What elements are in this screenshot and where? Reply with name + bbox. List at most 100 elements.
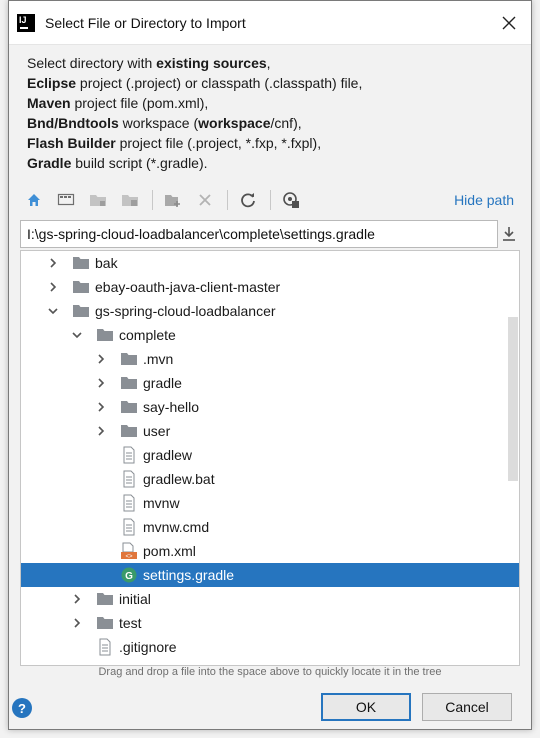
chevron-right-icon[interactable] bbox=[71, 611, 83, 635]
desktop-icon[interactable] bbox=[52, 186, 80, 214]
file-toolbar: Hide path bbox=[20, 186, 514, 214]
tree-row[interactable]: .gitignore bbox=[21, 635, 519, 659]
chevron-right-icon[interactable] bbox=[95, 395, 107, 419]
folder-icon bbox=[71, 302, 91, 320]
description-line: Gradle build script (*.gradle). bbox=[27, 153, 513, 173]
description-line: Eclipse project (.project) or classpath … bbox=[27, 73, 513, 93]
tree-row[interactable]: mvnw bbox=[21, 491, 519, 515]
description-fragment: Flash Builder bbox=[27, 135, 116, 151]
description-fragment: Eclipse bbox=[27, 75, 77, 91]
download-icon[interactable] bbox=[498, 220, 520, 248]
hide-path-link[interactable]: Hide path bbox=[454, 192, 514, 208]
tree-row[interactable]: complete bbox=[21, 323, 519, 347]
help-icon[interactable]: ? bbox=[12, 698, 32, 718]
tree-row[interactable]: user bbox=[21, 419, 519, 443]
tree-row-label: user bbox=[143, 423, 171, 439]
file-icon bbox=[119, 518, 139, 536]
tree-row[interactable]: bak bbox=[21, 251, 519, 275]
tree-row-label: initial bbox=[119, 591, 151, 607]
path-input[interactable] bbox=[20, 220, 498, 248]
chevron-right-icon[interactable] bbox=[71, 587, 83, 611]
module-folder-icon[interactable] bbox=[116, 186, 144, 214]
description-fragment: workspace bbox=[198, 115, 271, 131]
project-folder-icon[interactable] bbox=[84, 186, 112, 214]
description-fragment: existing sources bbox=[156, 55, 267, 71]
drag-drop-hint: Drag and drop a file into the space abov… bbox=[98, 666, 442, 678]
tree-row-label: gradlew.bat bbox=[143, 471, 215, 487]
folder-icon bbox=[71, 254, 91, 272]
home-icon[interactable] bbox=[20, 186, 48, 214]
description-fragment: workspace ( bbox=[118, 115, 199, 131]
description-fragment: project file (pom.xml), bbox=[70, 95, 209, 111]
chevron-right-icon[interactable] bbox=[95, 419, 107, 443]
tree-row[interactable]: say-hello bbox=[21, 395, 519, 419]
tree-row-label: test bbox=[119, 615, 142, 631]
tree-row-label: settings.gradle bbox=[143, 567, 235, 583]
description-fragment: Select directory with bbox=[27, 55, 157, 71]
refresh-icon[interactable] bbox=[234, 186, 262, 214]
svg-text:<>: <> bbox=[125, 554, 133, 560]
tree-row[interactable]: Gsettings.gradle bbox=[21, 563, 519, 587]
ok-button[interactable]: OK bbox=[321, 693, 411, 721]
folder-icon bbox=[119, 422, 139, 440]
tree-row[interactable]: gradlew bbox=[21, 443, 519, 467]
description-fragment: Maven bbox=[27, 95, 71, 111]
toolbar-separator bbox=[227, 190, 228, 210]
tree-row[interactable]: test bbox=[21, 611, 519, 635]
file-icon bbox=[95, 638, 115, 656]
gradle-file-icon: G bbox=[119, 566, 139, 584]
svg-text:G: G bbox=[125, 571, 133, 582]
tree-row[interactable]: gs-spring-cloud-loadbalancer bbox=[21, 299, 519, 323]
xml-file-icon: <> bbox=[119, 542, 139, 560]
chevron-down-icon[interactable] bbox=[47, 299, 59, 323]
delete-icon[interactable] bbox=[191, 186, 219, 214]
file-icon bbox=[119, 446, 139, 464]
path-row bbox=[20, 220, 520, 248]
folder-icon bbox=[119, 350, 139, 368]
tree-row[interactable]: <> pom.xml bbox=[21, 539, 519, 563]
chevron-down-icon[interactable] bbox=[71, 323, 83, 347]
file-tree[interactable]: bak ebay-oauth-java-client-master gs-sprin… bbox=[20, 250, 520, 666]
new-folder-icon[interactable] bbox=[159, 186, 187, 214]
tree-row[interactable]: mvnw.cmd bbox=[21, 515, 519, 539]
dialog-description: Select directory with existing sources, E… bbox=[9, 45, 531, 173]
chevron-right-icon[interactable] bbox=[95, 347, 107, 371]
chevron-right-icon[interactable] bbox=[47, 275, 59, 299]
toolbar-separator bbox=[270, 190, 271, 210]
intellij-logo-icon: IJ bbox=[17, 13, 35, 32]
tree-row-label: bak bbox=[95, 255, 118, 271]
tree-row[interactable]: ebay-oauth-java-client-master bbox=[21, 275, 519, 299]
chevron-right-icon[interactable] bbox=[47, 251, 59, 275]
folder-icon bbox=[119, 374, 139, 392]
chevron-right-icon[interactable] bbox=[95, 371, 107, 395]
close-icon[interactable] bbox=[487, 1, 531, 45]
description-fragment: Bnd/Bndtools bbox=[27, 115, 119, 131]
tree-row-label: mvnw.cmd bbox=[143, 519, 210, 535]
file-icon bbox=[119, 494, 139, 512]
tree-row-label: .gitignore bbox=[119, 639, 177, 655]
description-fragment: , bbox=[266, 55, 271, 71]
tree-row[interactable]: initial bbox=[21, 587, 519, 611]
tree-row[interactable]: gradlew.bat bbox=[21, 467, 519, 491]
folder-icon bbox=[119, 398, 139, 416]
folder-icon bbox=[95, 614, 115, 632]
cancel-button[interactable]: Cancel bbox=[422, 693, 512, 721]
tree-row[interactable]: gradle bbox=[21, 371, 519, 395]
tree-row-label: gs-spring-cloud-loadbalancer bbox=[95, 303, 276, 319]
folder-icon bbox=[95, 590, 115, 608]
show-hidden-icon[interactable] bbox=[277, 186, 305, 214]
tree-row-label: gradle bbox=[143, 375, 182, 391]
description-fragment: build script (*.gradle). bbox=[71, 155, 208, 171]
tree-row-label: gradlew bbox=[143, 447, 193, 463]
description-line: Flash Builder project file (.project, *.… bbox=[27, 133, 513, 153]
description-line: Bnd/Bndtools workspace (workspace/cnf), bbox=[27, 113, 513, 133]
title-bar: IJ Select File or Directory to Import bbox=[9, 1, 531, 45]
tree-row-label: pom.xml bbox=[143, 543, 196, 559]
tree-row[interactable]: .mvn bbox=[21, 347, 519, 371]
tree-row-label: say-hello bbox=[143, 399, 200, 415]
